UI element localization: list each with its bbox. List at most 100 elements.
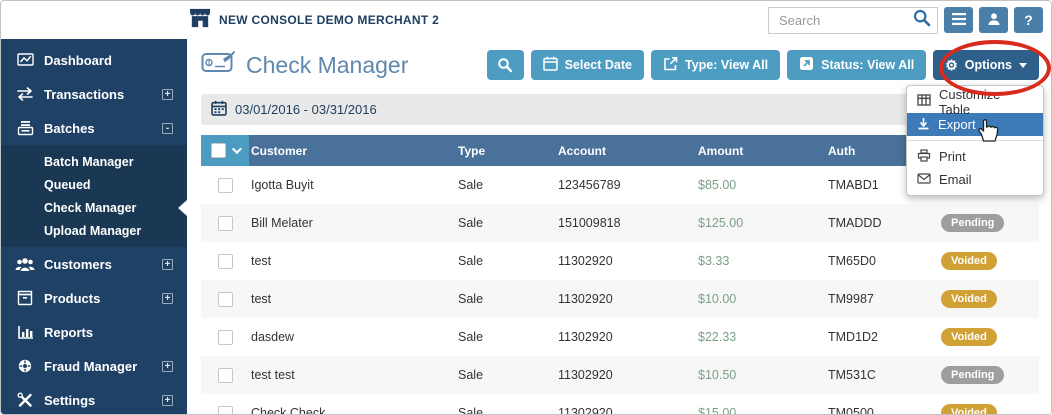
menu-item-label: Customize Table [939,87,1033,117]
sub-item-label: Batch Manager [44,155,134,169]
status-badge: Pending [941,214,1004,232]
select-all-checkbox[interactable] [211,143,226,158]
menu-item-email[interactable]: Email [907,168,1043,191]
fraud-manager-icon [15,358,35,374]
sidebar-item-batches[interactable]: Batches - [1,111,187,145]
cell-type: Sale [456,292,556,306]
cell-account: 11302920 [556,254,696,268]
table-row[interactable]: test test Sale 11302920 $10.50 TM531C Pe… [201,356,1039,394]
cell-auth: TMD1D2 [826,330,939,344]
external-link-solid-icon [799,56,814,74]
cell-customer: dasdew [249,330,456,344]
cell-amount: $10.50 [696,368,826,382]
sub-item-label: Upload Manager [44,224,141,238]
status-filter-button[interactable]: Status: View All [787,50,926,80]
menu-item-print[interactable]: Print [907,145,1043,168]
column-header-amount[interactable]: Amount [696,144,826,158]
sidebar-item-reports[interactable]: Reports [1,315,187,349]
cell-customer: Check Check [249,406,456,415]
table-row[interactable]: Check Check Sale 11302920 $15.00 TM0500 … [201,394,1039,415]
batches-submenu: Batch Manager Queued Check Manager Uploa… [1,145,187,247]
products-icon [15,290,35,306]
row-checkbox[interactable] [218,330,233,345]
cell-auth: TM0500 [826,406,939,415]
select-dropdown-chevron-icon[interactable] [232,144,242,154]
row-checkbox[interactable] [218,368,233,383]
cell-customer: Igotta Buyit [249,178,456,192]
gear-icon: ⚙ [945,58,958,72]
collapse-minus-icon[interactable]: - [162,123,173,134]
select-date-label: Select Date [565,58,632,72]
topbar-search-area: ? [768,7,1043,34]
table-row[interactable]: test Sale 11302920 $3.33 TM65D0 Voided [201,242,1039,280]
search-icon[interactable] [912,8,932,33]
sidebar-item-dashboard[interactable]: Dashboard [1,43,187,77]
options-label: Options [965,58,1012,72]
menu-item-label: Export [938,117,976,132]
expand-plus-icon[interactable]: + [162,293,173,304]
expand-plus-icon[interactable]: + [162,395,173,406]
row-checkbox[interactable] [218,292,233,307]
cell-type: Sale [456,216,556,230]
account-button[interactable] [979,7,1008,33]
select-date-button[interactable]: Select Date [531,50,644,80]
sidebar-item-products[interactable]: Products + [1,281,187,315]
menu-item-customize-table[interactable]: Customize Table [907,90,1043,113]
expand-plus-icon[interactable]: + [162,361,173,372]
options-dropdown-menu: Customize Table Export Print [906,85,1044,196]
cell-type: Sale [456,254,556,268]
dashboard-icon [15,52,35,68]
cell-account: 11302920 [556,330,696,344]
column-header-customer[interactable]: Customer [249,144,456,158]
table-search-button[interactable] [487,50,524,80]
options-button[interactable]: ⚙ Options [933,50,1039,80]
download-icon [917,117,930,133]
cell-customer: test [249,254,456,268]
table-row[interactable]: test Sale 11302920 $10.00 TM9987 Voided [201,280,1039,318]
page-title: Check Manager [246,52,408,79]
sidebar-item-label: Fraud Manager [44,359,137,374]
cell-type: Sale [456,368,556,382]
status-badge: Voided [941,252,997,270]
date-range-label: 03/01/2016 - 03/31/2016 [235,102,377,117]
row-checkbox[interactable] [218,216,233,231]
cell-auth: TMADDD [826,216,939,230]
search-input[interactable] [779,13,912,28]
column-header-account[interactable]: Account [556,144,696,158]
cell-amount: $15.00 [696,406,826,415]
cell-account: 151009818 [556,216,696,230]
cell-customer: test test [249,368,456,382]
menu-button[interactable] [944,7,973,33]
row-checkbox[interactable] [218,178,233,193]
reports-icon [15,325,35,340]
settings-icon [15,392,35,408]
expand-plus-icon[interactable]: + [162,89,173,100]
table-row[interactable]: dasdew Sale 11302920 $22.33 TMD1D2 Voide… [201,318,1039,356]
cell-type: Sale [456,406,556,415]
sidebar-item-customers[interactable]: Customers + [1,247,187,281]
help-button[interactable]: ? [1014,7,1043,33]
sidebar-item-settings[interactable]: Settings + [1,383,187,415]
sidebar-item-upload-manager[interactable]: Upload Manager [1,219,187,242]
table-row[interactable]: Bill Melater Sale 151009818 $125.00 TMAD… [201,204,1039,242]
toolbar: Select Date Type: View All [487,50,1039,80]
calendar-icon [211,100,227,119]
sidebar-item-batch-manager[interactable]: Batch Manager [1,150,187,173]
sidebar-item-label: Products [44,291,100,306]
menu-item-label: Print [939,149,966,164]
sidebar-item-check-manager[interactable]: Check Manager [1,196,187,219]
row-checkbox[interactable] [218,254,233,269]
sidebar-item-label: Settings [44,393,95,408]
check-manager-app: NEW CONSOLE DEMO MERCHANT 2 [0,0,1052,415]
sidebar-item-transactions[interactable]: Transactions + [1,77,187,111]
expand-plus-icon[interactable]: + [162,259,173,270]
row-checkbox[interactable] [218,406,233,415]
cell-amount: $10.00 [696,292,826,306]
sidebar-item-queued[interactable]: Queued [1,173,187,196]
column-header-type[interactable]: Type [456,144,556,158]
batches-icon [15,120,35,136]
type-filter-button[interactable]: Type: View All [651,50,780,80]
sidebar-item-label: Batches [44,121,95,136]
menu-divider [907,140,1043,141]
sidebar-item-fraud-manager[interactable]: Fraud Manager + [1,349,187,383]
